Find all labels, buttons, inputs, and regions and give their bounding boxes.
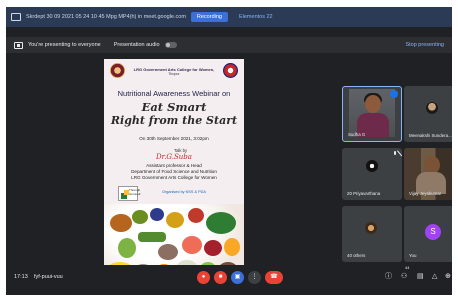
participant-tile[interactable]: 20 Priyavarthana: [342, 148, 402, 200]
college-block: LRG Government Arts College for Women, T…: [134, 67, 215, 76]
face-shape: [365, 95, 381, 113]
participant-tile[interactable]: Sudha G: [342, 86, 402, 142]
document-title: Skrdept 30 09 2021 05 24 10 45 Mpg MP4(h…: [26, 14, 186, 20]
nss-logo-icon: [223, 63, 238, 78]
meet-window: Skrdept 30 09 2021 05 24 10 45 Mpg MP4(h…: [6, 7, 452, 295]
food-avocado-icon: [118, 238, 136, 258]
college-name: LRG Government Arts College for Women,: [133, 66, 215, 72]
avatar: [365, 222, 377, 234]
food-berries-icon: [150, 208, 164, 221]
more-vert-icon: ⋮: [251, 274, 258, 280]
presentation-audio-toggle[interactable]: [164, 42, 177, 48]
mic-toggle-button[interactable]: ●: [197, 271, 210, 284]
participant-name: Sudha G: [348, 132, 366, 137]
tab-recording[interactable]: Recording: [190, 12, 228, 22]
presentation-audio-label: Presentation audio: [113, 42, 160, 48]
food-asparagus-icon: [138, 232, 166, 242]
hang-up-icon: ☎: [270, 274, 278, 280]
participant-video: [349, 89, 395, 137]
people-count-badge: 44: [405, 265, 410, 270]
participant-name: Vijay Jeyakumar: [409, 191, 442, 196]
tagline-line-1: Eat Smart: [141, 100, 207, 114]
self-tile[interactable]: S You: [404, 206, 452, 262]
tab-elementos[interactable]: Elementos 22: [233, 12, 279, 22]
mic-off-icon: [451, 89, 452, 96]
participant-name: Meenakshi Sundera...: [409, 133, 452, 138]
slide-header: LRG Government Arts College for Women, T…: [104, 59, 244, 83]
info-icon[interactable]: ⓘ: [385, 272, 392, 282]
presented-slide: LRG Government Arts College for Women, T…: [104, 59, 244, 283]
food-bowl-icon: [158, 244, 178, 260]
more-options-button[interactable]: ⋮: [248, 271, 261, 284]
food-bowl-icon: [110, 214, 132, 232]
participant-name: You: [409, 253, 417, 258]
presenting-bar: You're presenting to everyone Presentati…: [6, 37, 452, 53]
chat-icon[interactable]: ▤: [417, 272, 424, 282]
webinar-title: Nutritional Awareness Webinar on: [117, 89, 231, 98]
speaker-department: Department of Food Science and Nutrition: [131, 169, 217, 174]
participant-tile[interactable]: Meenakshi Sundera...: [404, 86, 452, 142]
through-badge: Through Gurunell: [118, 186, 141, 201]
camera-toggle-button[interactable]: ■: [214, 271, 227, 284]
food-bowl-icon: [132, 210, 148, 224]
meeting-code: fyf-puui-vuu: [34, 274, 63, 280]
avatar: S: [425, 224, 441, 240]
mic-off-icon: [392, 151, 398, 158]
food-bowl-icon: [166, 212, 184, 228]
speaker-college: LRG Government Arts College for Women: [131, 175, 217, 180]
mic-off-icon: [451, 209, 452, 216]
others-tile[interactable]: 40 others: [342, 206, 402, 262]
avatar: [426, 102, 438, 114]
food-greens-icon: [206, 212, 236, 234]
college-seal-icon: [110, 63, 125, 78]
others-count: 40 others: [347, 253, 366, 258]
food-bowl-icon: [224, 238, 240, 256]
top-bar: Skrdept 30 09 2021 05 24 10 45 Mpg MP4(h…: [6, 7, 452, 27]
speaker-name: Dr.G.Suba: [156, 153, 192, 161]
present-button[interactable]: ▣: [231, 271, 244, 284]
bottom-bar: 17:13 fyf-puui-vuu ● ■ ▣ ⋮ ☎ ⓘ 44 ⚇ ▤ △ …: [6, 265, 452, 295]
tagline-line-2: Right from the Start: [110, 114, 238, 127]
speaker-role: Assistant professor & Head: [146, 163, 202, 168]
college-place: Tirupur: [168, 71, 180, 76]
stop-presenting-button[interactable]: Stop presenting: [405, 42, 444, 48]
present-icon: ▣: [234, 274, 241, 280]
presenting-status: You're presenting to everyone: [28, 42, 101, 48]
speaking-indicator-icon: [390, 90, 398, 98]
through-text: Through Gurunell: [129, 188, 141, 196]
participant-name: 20 Priyavarthana: [347, 191, 381, 196]
present-screen-icon: [14, 41, 23, 49]
screenshot-frame: Skrdept 30 09 2021 05 24 10 45 Mpg MP4(h…: [0, 0, 458, 302]
camera-off-icon: ■: [218, 274, 223, 280]
participant-tile[interactable]: Vijay Jeyakumar: [404, 148, 452, 200]
activities-icon[interactable]: △: [432, 272, 437, 282]
leave-call-button[interactable]: ☎: [265, 271, 283, 284]
lock-icon[interactable]: ⊕: [445, 272, 451, 282]
webinar-date: On 30th September 2021, 3:02pm: [139, 136, 209, 141]
clock: 17:13: [14, 274, 28, 280]
food-tomato-icon: [188, 208, 204, 223]
people-icon[interactable]: ⚇: [401, 272, 407, 282]
food-grapefruit-icon: [182, 236, 202, 254]
mic-off-icon: ●: [201, 274, 206, 280]
avatar: [366, 160, 378, 172]
organised-by: Organised by NSS & PDA: [162, 190, 206, 194]
food-pomegranate-icon: [204, 240, 222, 256]
window-icon: [11, 13, 21, 21]
